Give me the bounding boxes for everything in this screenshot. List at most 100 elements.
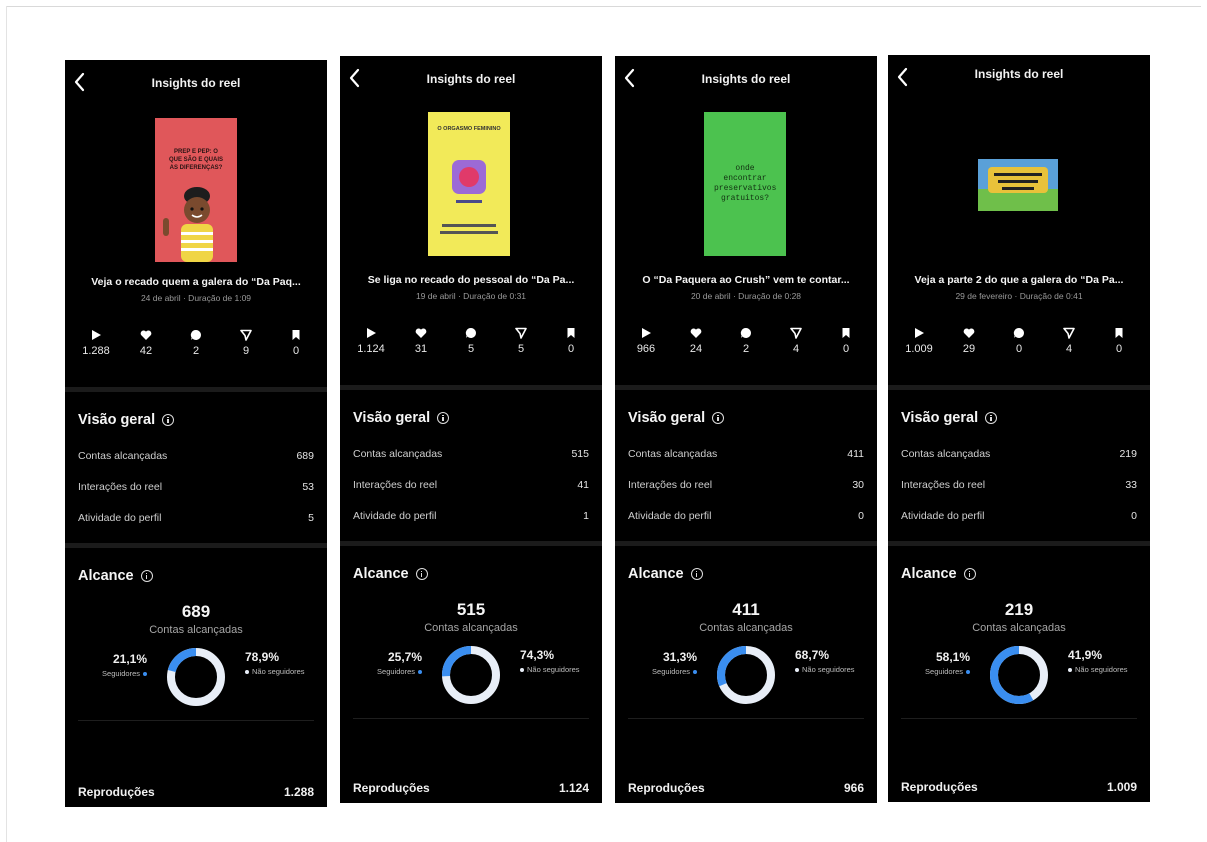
- overview-row[interactable]: Atividade do perfil 0: [615, 500, 877, 531]
- panel-header: Insights do reel: [340, 56, 602, 104]
- reach-number: 219: [1004, 600, 1034, 619]
- app-icon-illustration: [452, 160, 486, 203]
- comment-icon: [190, 329, 201, 340]
- reach-number: 689: [181, 602, 211, 621]
- overview-row[interactable]: Atividade do perfil 0: [888, 500, 1150, 531]
- followers-breakdown: 58,1% Seguidores: [925, 650, 970, 676]
- row-value: 219: [1119, 447, 1137, 460]
- reel-title: Se liga no recado do pessoal do “Da Pa..…: [367, 274, 575, 286]
- panel-header: Insights do reel: [615, 56, 877, 104]
- non-followers-breakdown: 78,9% Não seguidores: [245, 650, 305, 676]
- reach-donut-chart: [990, 646, 1048, 704]
- overview-row[interactable]: Contas alcançadas 219: [888, 438, 1150, 469]
- overview-title: Visão geral: [628, 410, 706, 426]
- info-icon[interactable]: [415, 568, 428, 580]
- row-label: Interações do reel: [628, 478, 713, 491]
- overview-row[interactable]: Interações do reel 41: [340, 469, 602, 500]
- non-followers-pct: 74,3%: [520, 648, 555, 662]
- info-icon[interactable]: [437, 412, 450, 424]
- followers-breakdown: 21,1% Seguidores: [102, 652, 147, 678]
- heart-icon: [963, 328, 975, 338]
- plays-value: 1.124: [558, 781, 589, 795]
- reel-thumbnail[interactable]: O ORGASMO FEMININO: [428, 112, 510, 256]
- row-value: 1: [583, 509, 589, 522]
- comments-count: 5: [467, 343, 475, 355]
- reach-number: 411: [732, 600, 760, 619]
- bookmark-icon: [1115, 328, 1123, 338]
- overview-row[interactable]: Interações do reel 33: [888, 469, 1150, 500]
- info-icon[interactable]: [712, 412, 725, 424]
- info-icon[interactable]: [162, 414, 175, 426]
- bookmark-icon: [842, 328, 850, 338]
- reach-heading: Alcance: [340, 546, 602, 582]
- panel-header: Insights do reel: [888, 55, 1150, 103]
- reach-heading: Alcance: [615, 546, 877, 582]
- plays-summary-row: Reproduções 1.288: [78, 785, 314, 799]
- non-followers-breakdown: 74,3% Não seguidores: [520, 648, 580, 674]
- followers-pct: 25,7%: [387, 650, 422, 664]
- reach-label: Contas alcançadas: [149, 624, 243, 636]
- engagement-stats: 1.288 42 2 9 0: [65, 329, 327, 373]
- engagement-stats: 1.009 29 0 4 0: [888, 327, 1150, 371]
- reach-breakdown: 21,1% Seguidores 78,9% Não seguidores: [65, 642, 327, 714]
- plays-summary-row: Reproduções 1.009: [901, 780, 1137, 794]
- divider: [901, 718, 1137, 719]
- overview-rows: Contas alcançadas 689 Interações do reel 5…: [65, 440, 327, 533]
- plays-summary-row: Reproduções 966: [628, 781, 864, 795]
- row-label: Atividade do perfil: [901, 509, 985, 522]
- overview-rows: Contas alcançadas 515 Interações do reel 4…: [340, 438, 602, 531]
- reach-breakdown: 31,3% Seguidores 68,7% Não seguidores: [615, 640, 877, 712]
- non-followers-legend-dot: [1068, 668, 1072, 673]
- frame-top-line: [6, 6, 1201, 7]
- reel-thumbnail[interactable]: PREP E PEP: O QUE SÃO E QUAIS AS DIFEREN…: [155, 118, 237, 262]
- likes-stat: 24: [679, 327, 713, 371]
- non-followers-breakdown: 68,7% Não seguidores: [795, 648, 855, 674]
- saves-stat: 0: [1102, 327, 1136, 371]
- plays-value: 1.009: [1106, 780, 1137, 794]
- overview-row[interactable]: Contas alcançadas 689: [65, 440, 327, 471]
- overview-row[interactable]: Contas alcançadas 411: [615, 438, 877, 469]
- info-icon[interactable]: [690, 568, 703, 580]
- reel-thumbnail[interactable]: [978, 159, 1058, 211]
- heart-icon: [140, 330, 152, 340]
- reel-thumbnail[interactable]: onde encontrar preservativos gratuitos?: [704, 112, 786, 256]
- row-label: Contas alcançadas: [353, 447, 443, 460]
- row-label: Interações do reel: [353, 478, 438, 491]
- info-icon[interactable]: [985, 412, 998, 424]
- reach-donut-chart: [717, 646, 775, 704]
- page-title: Insights do reel: [151, 76, 241, 90]
- followers-label: Seguidores: [652, 667, 690, 676]
- row-value: 515: [571, 447, 589, 460]
- overview-row[interactable]: Atividade do perfil 1: [340, 500, 602, 531]
- likes-stat: 42: [129, 329, 163, 373]
- overview-row[interactable]: Interações do reel 53: [65, 471, 327, 502]
- panel-header: Insights do reel: [65, 60, 327, 108]
- overview-row[interactable]: Interações do reel 30: [615, 469, 877, 500]
- reach-label: Contas alcançadas: [424, 622, 518, 634]
- reel-thumbnail-area: O ORGASMO FEMININO: [340, 104, 602, 256]
- overview-row[interactable]: Atividade do perfil 5: [65, 502, 327, 533]
- info-icon[interactable]: [963, 568, 976, 580]
- thumbnail-caption: O ORGASMO FEMININO: [437, 126, 501, 132]
- reach-number: 515: [456, 600, 486, 619]
- saves-count: 0: [567, 343, 575, 355]
- row-value: 30: [852, 478, 864, 491]
- reel-thumbnail-area: onde encontrar preservativos gratuitos?: [615, 104, 877, 256]
- row-value: 0: [858, 509, 864, 522]
- overview-row[interactable]: Contas alcançadas 515: [340, 438, 602, 469]
- comment-icon: [1013, 327, 1024, 338]
- thumbnail-caption: PREP E PEP: O QUE SÃO E QUAIS AS DIFEREN…: [168, 149, 223, 172]
- game-scene-illustration: [978, 159, 1058, 211]
- info-icon[interactable]: [140, 570, 153, 582]
- overview-title: Visão geral: [901, 410, 979, 426]
- likes-count: 29: [962, 343, 976, 355]
- reel-title: Veja o recado quem a galera do “Da Paq..…: [91, 276, 301, 288]
- overview-heading: Visão geral: [888, 390, 1150, 426]
- comment-icon: [465, 327, 476, 338]
- reel-date-duration: 29 de fevereiro · Duração de 0:41: [955, 291, 1083, 301]
- plays-label: Reproduções: [901, 780, 978, 794]
- likes-stat: 31: [404, 327, 438, 371]
- reach-breakdown: 58,1% Seguidores 41,9% Não seguidores: [888, 640, 1150, 712]
- overview-heading: Visão geral: [615, 390, 877, 426]
- comments-count: 0: [1015, 343, 1023, 355]
